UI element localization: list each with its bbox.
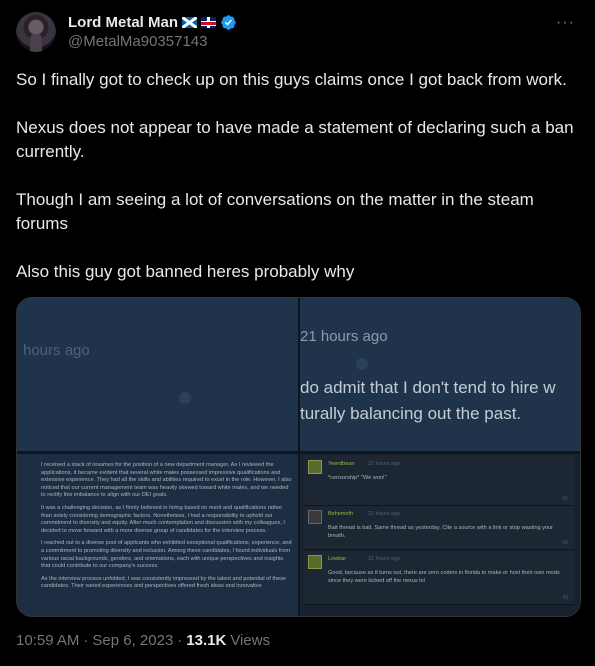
author-name-line: Lord Metal Man xyxy=(68,12,237,32)
reply-body: *censorship* "We won!" xyxy=(328,475,387,481)
cropped-post-line: do admit that I don't tend to hire w xyxy=(300,378,556,397)
author-handle[interactable]: @MetalMa90357143 xyxy=(68,33,207,50)
reply-date: 21 hours ago xyxy=(368,511,401,517)
reply-date: 21 hours ago xyxy=(368,461,401,467)
reply-username: Lowbar xyxy=(328,556,347,562)
forum-reply: Yeerdbean 21 hours ago *censorship* "We … xyxy=(304,456,574,506)
post-time[interactable]: 10:59 AM xyxy=(16,632,79,649)
verified-badge-icon[interactable] xyxy=(220,14,237,31)
separator-dot: · xyxy=(83,632,89,649)
forum-post-text: I received a stack of resumes for the po… xyxy=(41,462,293,596)
separator-dot: · xyxy=(177,632,183,649)
tweet-paragraph: Nexus does not appear to have made a sta… xyxy=(16,118,574,161)
reply-number: #1 xyxy=(562,496,568,502)
reply-number: #3 xyxy=(562,595,568,601)
more-options-icon[interactable]: ··· xyxy=(556,14,575,32)
image-bottom-right[interactable]: Yeerdbean 21 hours ago *censorship* "We … xyxy=(300,454,580,616)
reply-avatar xyxy=(308,460,322,474)
reply-body: Good, because as it turns out, there are… xyxy=(328,570,560,584)
tweet-text: So I finally got to check up on this guy… xyxy=(16,68,586,308)
faded-timestamp: hours ago xyxy=(23,342,90,359)
essay-paragraph: I reached out to a diverse pool of appli… xyxy=(41,540,292,570)
forum-reply: Lowbar 21 hours ago Good, because as it … xyxy=(304,551,574,605)
cropped-post-line: turally balancing out the past. xyxy=(300,404,522,423)
avatar[interactable] xyxy=(16,12,56,52)
reply-avatar xyxy=(308,510,322,524)
reply-username: Behemoth xyxy=(328,511,354,517)
tweet-paragraph: So I finally got to check up on this guy… xyxy=(16,70,567,89)
uk-flag-icon xyxy=(201,16,217,28)
post-date[interactable]: Sep 6, 2023 xyxy=(92,632,173,649)
tweet-paragraph: Though I am seeing a lot of conversation… xyxy=(16,190,534,233)
reply-body: Bait thread is bait. Same thread as yest… xyxy=(328,525,553,539)
loading-dot-icon xyxy=(179,392,191,404)
scotland-flag-icon xyxy=(182,16,198,28)
reply-avatar xyxy=(308,555,322,569)
tweet-paragraph: Also this guy got banned heres probably … xyxy=(16,262,355,281)
tweet-header: Lord Metal Man @MetalMa90357143 ··· xyxy=(16,12,579,54)
essay-paragraph: I received a stack of resumes for the po… xyxy=(41,462,292,499)
image-bottom-left[interactable]: I received a stack of resumes for the po… xyxy=(17,454,298,616)
loading-dot-icon xyxy=(356,358,368,370)
image-top-left[interactable]: hours ago xyxy=(17,298,298,451)
forum-reply: Behemoth 21 hours ago Bait thread is bai… xyxy=(304,506,574,550)
attached-image-grid[interactable]: hours ago 21 hours ago do admit that I d… xyxy=(16,297,581,617)
post-timestamp: 21 hours ago xyxy=(300,328,388,345)
image-top-right[interactable]: 21 hours ago do admit that I don't tend … xyxy=(300,298,580,451)
views-label: Views xyxy=(230,632,271,649)
display-name[interactable]: Lord Metal Man xyxy=(68,14,178,31)
reply-username: Yeerdbean xyxy=(328,461,355,467)
views-count[interactable]: 13.1K xyxy=(186,632,226,649)
essay-paragraph: It was a challenging decision, as I firm… xyxy=(41,504,285,534)
tweet-metadata: 10:59 AM · Sep 6, 2023 · 13.1K Views xyxy=(16,632,270,649)
reply-date: 21 hours ago xyxy=(368,556,401,562)
essay-paragraph: As the interview process unfolded, I was… xyxy=(41,575,287,590)
reply-number: #2 xyxy=(562,540,568,546)
